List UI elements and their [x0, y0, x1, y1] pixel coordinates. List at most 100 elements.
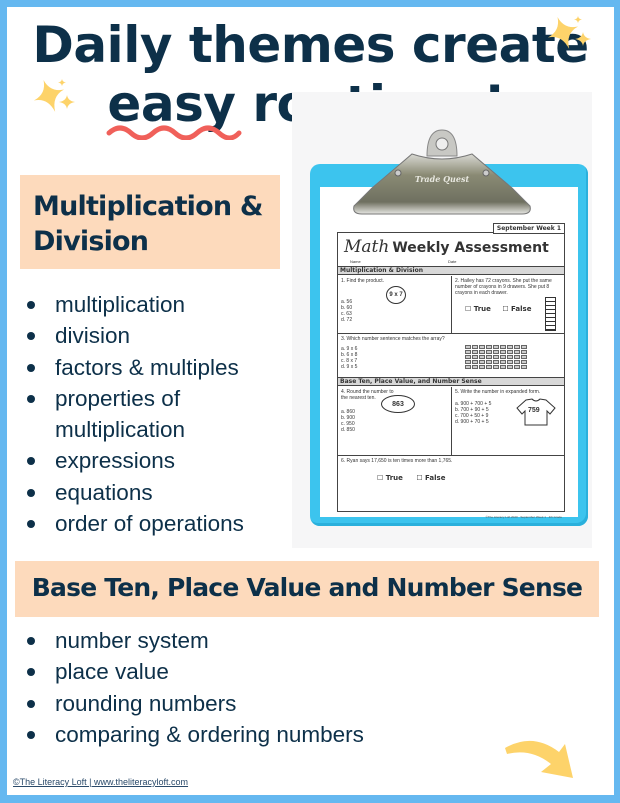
week-tag: September Week 1 — [492, 223, 565, 234]
divider — [451, 276, 452, 333]
clipboard-clip-icon: Trade Quest — [353, 129, 531, 215]
list-item-continuation: multiplication — [55, 417, 186, 443]
array-cell — [514, 345, 520, 349]
list-item: properties of — [25, 383, 244, 414]
jersey-number: 759 — [528, 407, 540, 414]
option: d. 72 — [341, 317, 353, 323]
array-cell — [479, 345, 485, 349]
array-cell — [472, 345, 478, 349]
array-cell — [486, 365, 492, 369]
football-number: 863 — [381, 395, 415, 413]
worksheet-title-script: Math — [344, 237, 390, 257]
question-text: 6. Ryan says 17,650 is ten times more th… — [341, 458, 453, 464]
question-text: 1. Find the product. — [341, 278, 385, 284]
section-heading-line-2: Division — [33, 226, 149, 257]
array-cell — [500, 355, 506, 359]
array-illustration — [465, 345, 527, 369]
array-cell — [472, 355, 478, 359]
array-cell — [521, 360, 527, 364]
list-item: multiplication — [25, 289, 244, 320]
array-cell — [472, 360, 478, 364]
worksheet-section-2: Base Ten, Place Value, and Number Sense — [338, 377, 564, 386]
option: d. 850 — [341, 427, 355, 433]
array-cell — [521, 350, 527, 354]
section-heading-base-ten: Base Ten, Place Value and Number Sense — [15, 561, 599, 617]
worksheet-title-main: Weekly Assessment — [392, 240, 549, 256]
drawers-illustration — [545, 297, 556, 331]
page-border: Daily themes create easy routines! Multi… — [0, 0, 620, 803]
array-cell — [465, 365, 471, 369]
array-cell — [472, 350, 478, 354]
array-cell — [479, 350, 485, 354]
list-item: factors & multiples — [25, 352, 244, 383]
array-cell — [493, 355, 499, 359]
list-item: rounding numbers — [25, 688, 364, 719]
footer-credit-link[interactable]: ©The Literacy Loft | www.theliteracyloft… — [13, 777, 188, 787]
question-text: 3. Which number sentence matches the arr… — [341, 336, 445, 342]
array-cell — [465, 355, 471, 359]
clip-brand-label: Trade Quest — [415, 174, 470, 184]
array-cell — [507, 365, 513, 369]
array-cell — [479, 365, 485, 369]
array-cell — [493, 365, 499, 369]
array-cell — [514, 365, 520, 369]
section-heading-line-1: Multiplication & — [33, 191, 263, 222]
array-cell — [514, 350, 520, 354]
array-cell — [479, 360, 485, 364]
array-cell — [465, 350, 471, 354]
list-item: division — [25, 320, 244, 351]
checkbox-true: ☐ True — [377, 474, 403, 482]
array-cell — [507, 355, 513, 359]
checkbox-false: ☐ False — [502, 305, 532, 313]
jersey-illustration: 759 — [516, 398, 556, 426]
section-heading-multiplication-division: Multiplication & Division — [20, 175, 280, 269]
array-cell — [507, 350, 513, 354]
divider — [338, 455, 564, 456]
array-cell — [465, 360, 471, 364]
name-label: Name — [350, 259, 361, 264]
sparkle-left-icon — [33, 79, 75, 112]
worksheet-section-1: Multiplication & Division — [338, 266, 564, 275]
array-cell — [500, 365, 506, 369]
array-cell — [507, 345, 513, 349]
question-6: 6. Ryan says 17,650 is ten times more th… — [341, 458, 561, 482]
title-line-1: Daily themes create — [32, 16, 589, 74]
list-item: order of operations — [25, 508, 244, 539]
worksheet-title: Math Weekly Assessment — [344, 237, 549, 257]
question-4: 4. Round the number to the nearest ten. … — [341, 389, 449, 433]
weekly-assessment-worksheet: September Week 1 Math Weekly Assessment N… — [337, 223, 565, 519]
array-cell — [493, 360, 499, 364]
array-cell — [514, 355, 520, 359]
base-ten-topics-list: number system place value rounding numbe… — [25, 625, 364, 750]
array-cell — [479, 355, 485, 359]
array-cell — [486, 360, 492, 364]
array-cell — [500, 345, 506, 349]
multiplication-topics-list: multiplication division factors & multip… — [25, 289, 244, 539]
checkbox-false: ☐ False — [416, 474, 446, 482]
array-cell — [521, 355, 527, 359]
squiggle-underline-icon — [106, 125, 242, 140]
true-false: ☐ True ☐ False — [341, 475, 561, 482]
clipboard-photo: Trade Quest September Week 1 Math Weekly … — [292, 92, 592, 548]
list-item: place value — [25, 656, 364, 687]
list-item: comparing & ordering numbers — [25, 719, 364, 750]
list-item: expressions — [25, 445, 244, 476]
list-item: number system — [25, 625, 364, 656]
array-cell — [465, 345, 471, 349]
question-text: 5. Write the number in expanded form. — [455, 389, 541, 395]
array-cell — [514, 360, 520, 364]
question-text: 2. Hailey has 72 crayons. She put the sa… — [455, 278, 552, 296]
curved-arrow-icon — [505, 740, 573, 778]
array-cell — [486, 355, 492, 359]
divider — [338, 333, 564, 334]
array-cell — [493, 345, 499, 349]
array-cell — [472, 365, 478, 369]
array-cell — [507, 360, 513, 364]
list-item: equations — [25, 477, 244, 508]
array-cell — [521, 345, 527, 349]
date-label: Date — [448, 259, 457, 264]
checkbox-true: ☐ True — [465, 305, 491, 313]
apple-expression: 9 x 7 — [386, 286, 406, 304]
array-cell — [500, 350, 506, 354]
question-1: 1. Find the product. 9 x 7 a. 56 b. 60 c… — [341, 278, 449, 323]
